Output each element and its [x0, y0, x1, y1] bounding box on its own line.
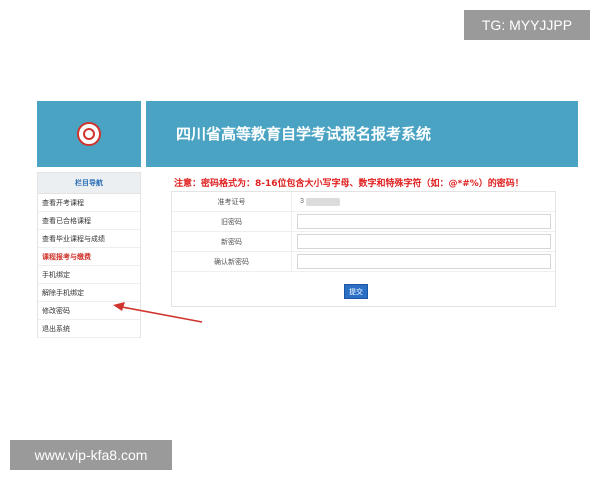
annotation-arrow-head-icon	[113, 302, 125, 311]
watermark-bottom: www.vip-kfa8.com	[10, 440, 172, 470]
annotation-arrow-svg	[113, 302, 203, 323]
annotation-arrow-line	[121, 306, 203, 323]
